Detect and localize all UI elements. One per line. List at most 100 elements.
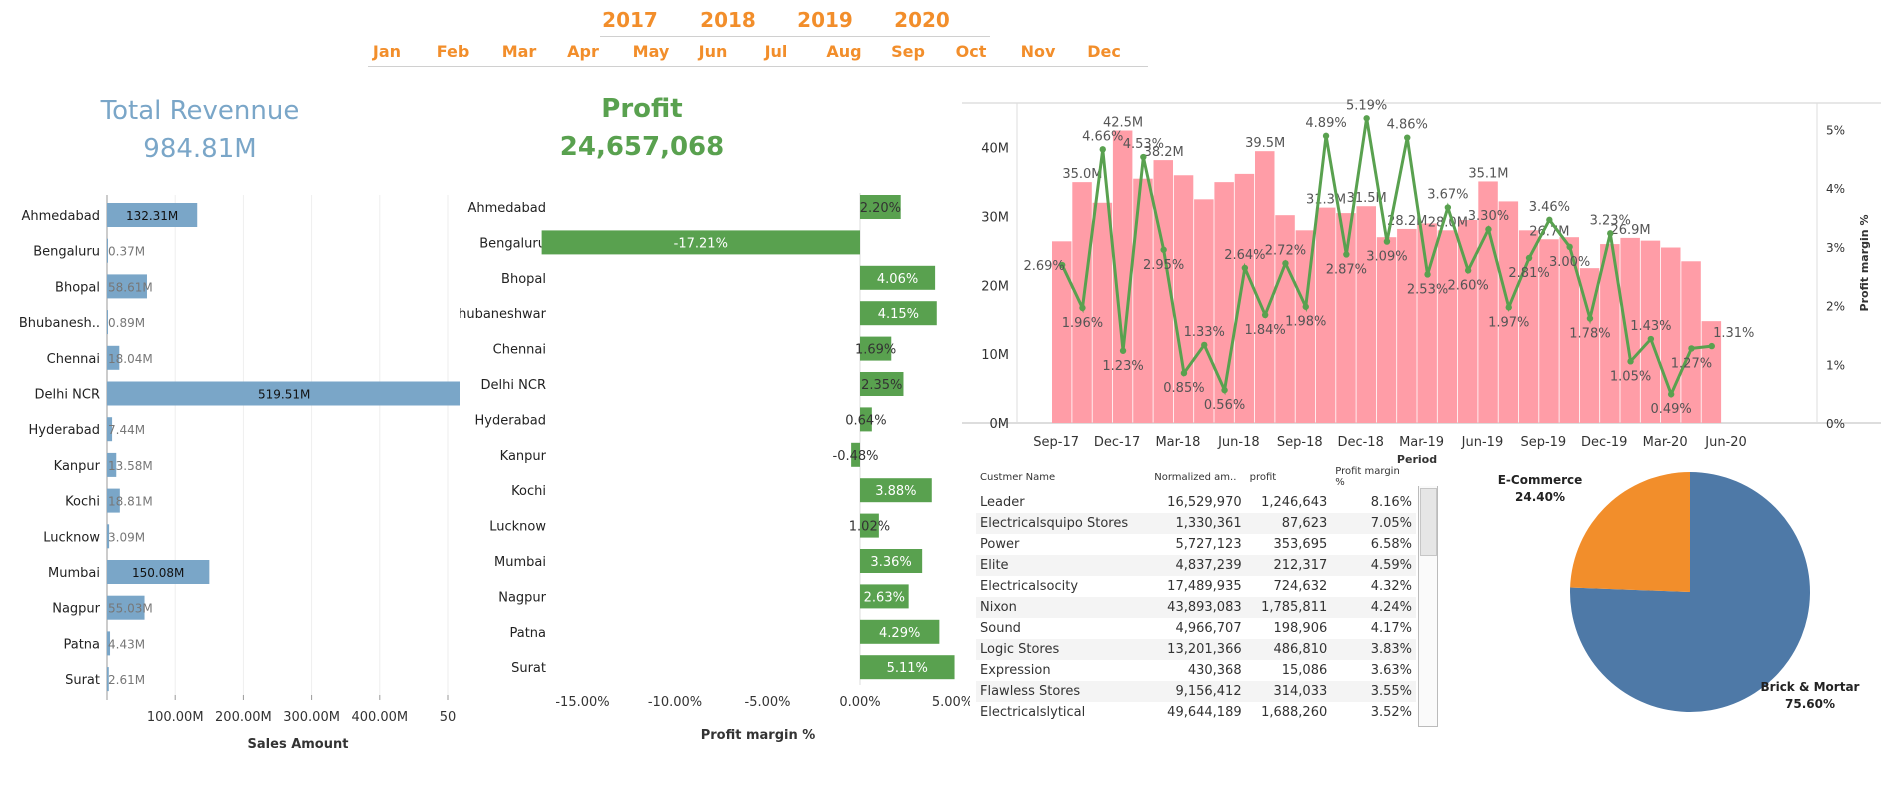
month-filter-item[interactable]: Oct [956,42,987,61]
category-label: Delhi NCR [481,378,546,393]
table-cell: 13,201,366 [1150,639,1246,660]
data-label: 3.36% [870,555,911,570]
tick-label: -10.00% [648,695,702,710]
month-filter-item[interactable]: Apr [567,42,599,61]
month-filter-item[interactable]: Mar [502,42,537,61]
year-filter-item[interactable]: 2017 [602,8,658,32]
data-label: 519.51M [258,388,310,402]
table-row[interactable]: Electricalsquipo Stores 1,330,361 87,623 7.… [976,513,1416,534]
table-row[interactable]: Electricalslytical 49,644,189 1,688,260 3.5… [976,702,1416,723]
table-row[interactable]: Logic Stores 13,201,366 486,810 3.83% [976,639,1416,660]
category-label: Bhubaneshwar [460,307,547,322]
category-label: Bhubanesh.. [19,316,100,331]
margin-point [1444,204,1452,211]
table-cell: 3.52% [1370,705,1412,720]
year-filter-item[interactable]: 2018 [700,8,756,32]
tick-label: -5.00% [745,695,791,710]
margin-label: 2.60% [1447,278,1488,293]
table-cell: 43,893,083 [1150,597,1246,618]
x-tick-label: Mar-19 [1399,435,1444,450]
table-cell: 212,317 [1245,555,1332,576]
month-filter-item[interactable]: Jan [373,42,401,61]
pie-category-label: E-Commerce [1498,473,1583,487]
tick-label: 50 [440,710,457,725]
tick-label: 0.00% [839,695,880,710]
table-header[interactable]: Normalized am.. [1150,464,1245,492]
x-tick-label: Jun-18 [1217,435,1260,450]
table-cell: Nixon [976,597,1151,618]
table-row[interactable]: Electricalsocity 17,489,935 724,632 4.32% [976,576,1416,597]
data-label: 4.29% [879,626,920,641]
x-tick-label: Sep-19 [1520,435,1566,450]
table-row[interactable]: Elite 4,837,239 212,317 4.59% [976,555,1416,576]
table-cell: 3.63% [1370,663,1412,678]
month-filter-item[interactable]: Dec [1087,42,1121,61]
month-filter-item[interactable]: Sep [891,42,925,61]
month-filter-item[interactable]: Aug [826,42,861,61]
pie-slice [1570,472,1690,592]
table-row[interactable]: Power 5,727,123 353,695 6.58% [976,534,1416,555]
margin-point [1708,342,1715,350]
month-filter-item[interactable]: Feb [437,42,470,61]
revenue-bar [1255,151,1275,423]
revenue-label: 39.5M [1245,136,1285,151]
margin-point [1363,115,1370,122]
table-row[interactable]: Flawless Stores 9,156,412 314,033 3.55% [976,681,1416,702]
category-label: Bengaluru [479,236,546,251]
table-header[interactable]: profit [1246,464,1332,492]
margin-label: 1.98% [1285,315,1326,330]
revenue-margin-combo-chart: 0M 10M 20M 30M 40M 0% 1% 2% 3% 4% 5% Profit margin … [962,98,1881,466]
year-filter-item[interactable]: 2019 [797,8,853,32]
profit-kpi-title: Profit [601,94,683,124]
year-filter: 2017 2018 2019 2020 [600,8,990,37]
revenue-label: 35.1M [1468,166,1508,181]
scrollbar-thumb[interactable] [1420,488,1437,556]
table-row[interactable]: Leader 16,529,970 1,246,643 8.16% [976,492,1416,513]
revenue-label: 42.5M [1103,116,1143,131]
margin-point [1424,271,1431,278]
tick-label: 100.00M [147,710,204,725]
x-axis-label: Profit margin % [701,728,816,743]
table-row[interactable]: Nixon 43,893,083 1,785,811 4.24% [976,597,1416,618]
table-row[interactable]: Expression 430,368 15,086 3.63% [976,660,1416,681]
revenue-bar [1092,202,1113,423]
category-label: Kochi [65,495,100,510]
right-tick-label: 5% [1826,123,1845,137]
table-scrollbar[interactable] [1418,486,1438,727]
month-filter-item[interactable]: Nov [1021,42,1056,61]
category-label: Nagpur [52,602,100,617]
table-cell: 724,632 [1273,579,1328,594]
margin-point [1485,226,1492,233]
month-filter-item[interactable]: Jul [765,42,788,61]
margin-label: 1.23% [1102,359,1143,374]
margin-label: 3.23% [1590,213,1631,228]
month-filter-item[interactable]: Jun [699,42,728,61]
table-cell: 314,033 [1245,681,1332,702]
table-header[interactable]: Profit margin % [1331,464,1416,492]
customer-table: Custmer Name Normalized am.. profit Profit … [976,464,1436,730]
margin-label: 2.72% [1265,243,1306,258]
table-cell: 4,837,239 [1150,555,1246,576]
margin-label: 2.69% [1023,259,1064,274]
table-header[interactable]: Custmer Name [976,464,1150,492]
margin-point [1464,267,1472,274]
data-label: -17.21% [674,236,728,251]
category-label: Patna [63,637,100,652]
data-label: 0.64% [845,413,886,428]
table-row[interactable]: Sound 4,966,707 198,906 4.17% [976,618,1416,639]
table-cell: 3.83% [1331,639,1416,660]
margin-point [1140,153,1147,161]
margin-point [1180,369,1188,377]
month-filter-item[interactable]: May [633,42,670,61]
table-cell: Flawless Stores [976,681,1151,702]
margin-label: 4.89% [1305,116,1346,131]
tick-label: 200.00M [215,710,272,725]
margin-point [1688,345,1695,352]
right-tick-label: 0% [1826,417,1845,431]
margin-point [1343,251,1350,258]
right-axis-label: Profit margin % [1858,215,1871,312]
year-filter-item[interactable]: 2020 [894,8,950,32]
revenue-bar [1437,230,1458,423]
data-label: 3.09M [108,530,145,544]
tick-label: -15.00% [555,695,609,710]
